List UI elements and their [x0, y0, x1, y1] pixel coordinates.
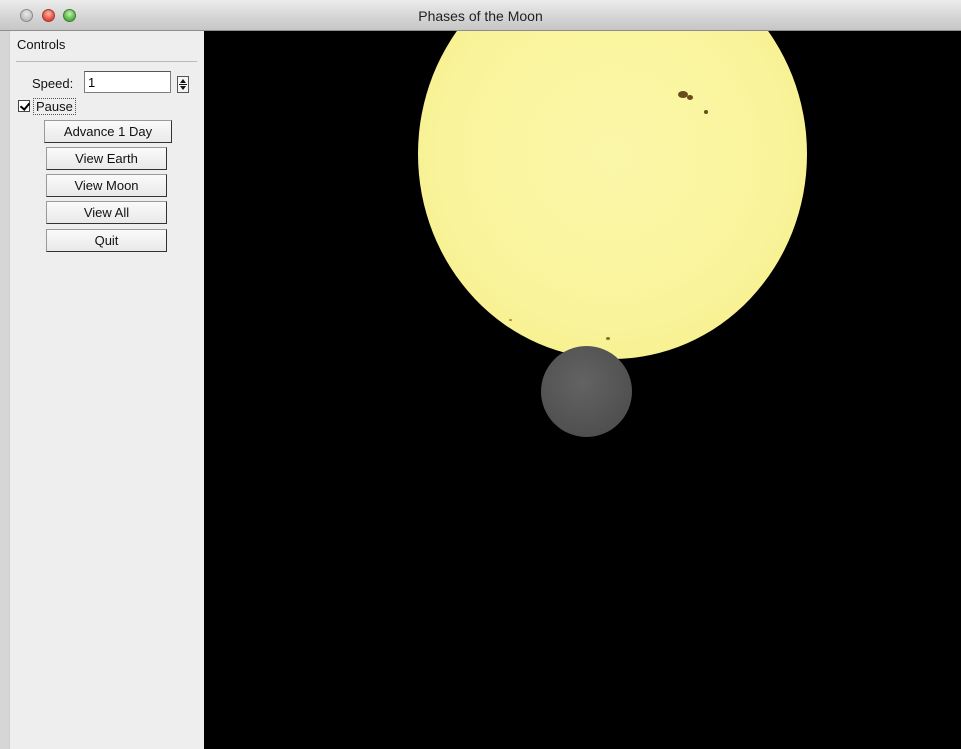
- stepper-down-arrow-icon[interactable]: [180, 86, 186, 90]
- sunspot: [509, 319, 512, 321]
- window-title: Phases of the Moon: [418, 8, 543, 24]
- view-all-button[interactable]: View All: [46, 201, 167, 224]
- pause-checkbox[interactable]: [18, 100, 31, 112]
- stepper-up-arrow-icon[interactable]: [180, 79, 186, 83]
- view-earth-button[interactable]: View Earth: [46, 147, 167, 170]
- quit-button[interactable]: Quit: [46, 229, 167, 252]
- speed-stepper[interactable]: [177, 76, 189, 93]
- sunspot: [606, 337, 610, 340]
- sunspot: [704, 110, 708, 114]
- view-moon-button[interactable]: View Moon: [46, 174, 167, 197]
- checkmark-icon: [19, 100, 31, 111]
- app-window: Phases of the Moon Controls Speed: Pause…: [0, 0, 961, 749]
- scene-viewport[interactable]: [204, 31, 961, 749]
- pause-label[interactable]: Pause: [33, 98, 76, 115]
- sun: [418, 31, 807, 359]
- speed-input[interactable]: [84, 71, 171, 93]
- controls-panel: Controls Speed: Pause Advance 1 Day View…: [9, 31, 204, 749]
- moon: [541, 346, 632, 437]
- controls-heading: Controls: [17, 37, 66, 52]
- advance-1-day-button[interactable]: Advance 1 Day: [44, 120, 172, 143]
- sunspot: [687, 95, 693, 100]
- speed-label: Speed:: [32, 76, 74, 91]
- title-bar[interactable]: Phases of the Moon: [0, 0, 961, 31]
- controls-divider: [16, 61, 197, 62]
- stepper-divider: [179, 84, 187, 85]
